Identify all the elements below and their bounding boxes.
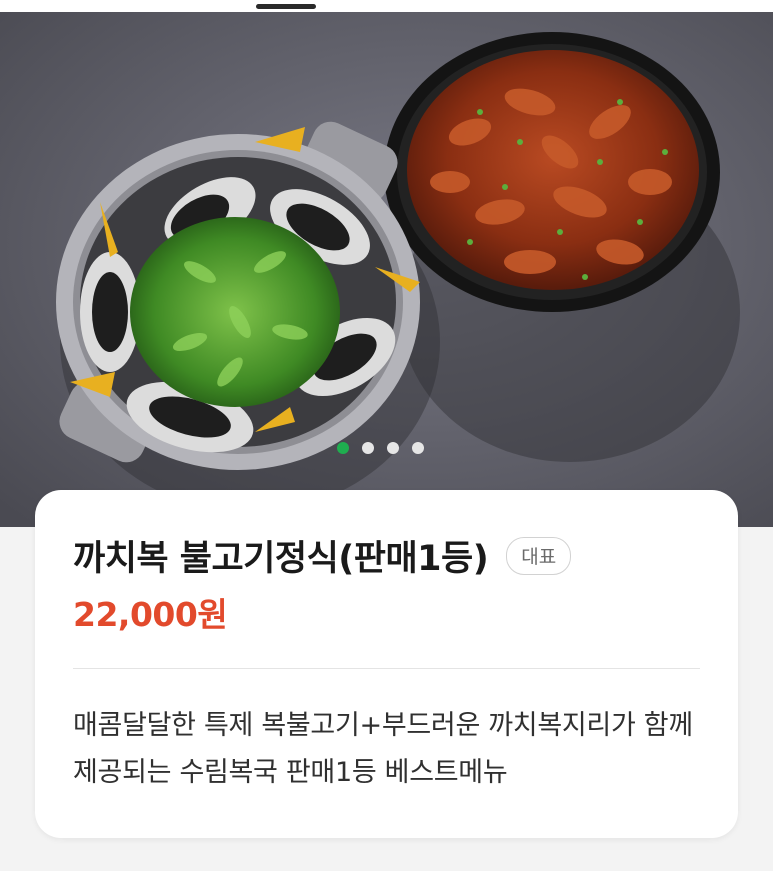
menu-photo[interactable] bbox=[0, 12, 773, 527]
top-bar bbox=[0, 0, 773, 12]
menu-description: 매콤달달한 특제 복불고기+부드러운 까치복지리가 함께 제공되는 수림복국 판… bbox=[73, 710, 693, 788]
carousel-dot-2[interactable] bbox=[362, 442, 374, 454]
carousel-dot-4[interactable] bbox=[412, 442, 424, 454]
signature-badge: 대표 bbox=[506, 536, 572, 575]
divider bbox=[73, 668, 700, 669]
menu-price: 22,000원 bbox=[73, 595, 228, 634]
menu-title: 까치복 불고기정식(판매1등) bbox=[73, 539, 489, 579]
menu-info-card: 까치복 불고기정식(판매1등) 대표 22,000원 매콤달달한 특제 복불고기… bbox=[35, 490, 738, 838]
drag-handle[interactable] bbox=[256, 4, 316, 9]
carousel-indicator[interactable] bbox=[337, 442, 424, 454]
carousel-dot-1[interactable] bbox=[337, 442, 349, 454]
title-row: 까치복 불고기정식(판매1등) 대표 bbox=[73, 530, 572, 581]
carousel-dot-3[interactable] bbox=[387, 442, 399, 454]
